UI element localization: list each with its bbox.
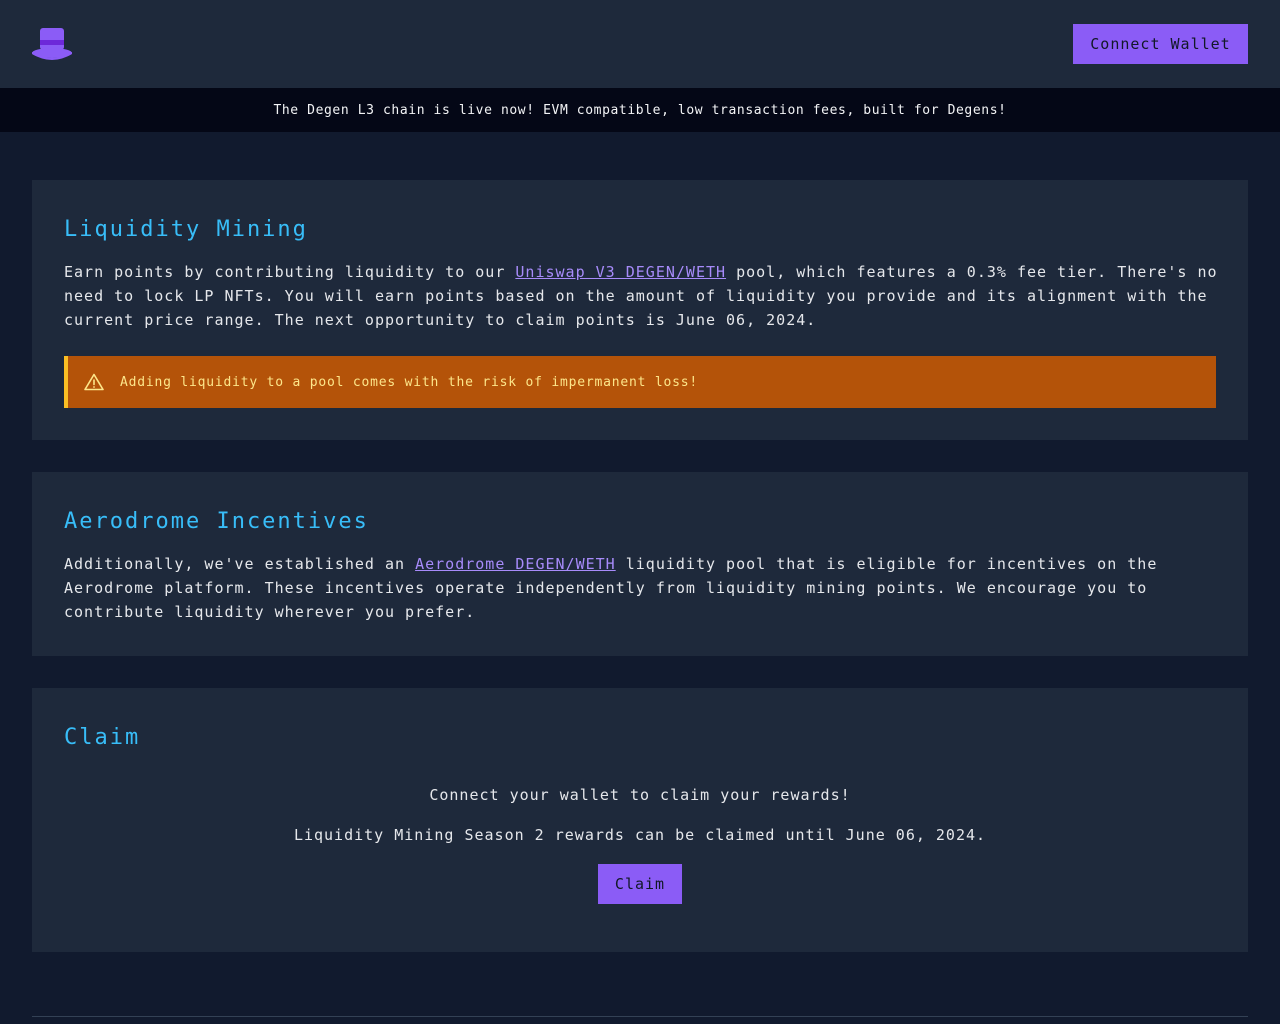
aerodrome-incentives-card: Aerodrome Incentives Additionally, we've… xyxy=(32,472,1248,656)
claim-title: Claim xyxy=(64,725,141,750)
connect-wallet-button[interactable]: Connect Wallet xyxy=(1073,24,1248,64)
liquidity-mining-card: Liquidity Mining Earn points by contribu… xyxy=(32,180,1248,440)
aerodrome-pool-link[interactable]: Aerodrome DEGEN/WETH xyxy=(415,555,616,573)
claim-card: Claim Connect your wallet to claim your … xyxy=(32,688,1248,952)
banner-text: The Degen L3 chain is live now! EVM comp… xyxy=(273,102,1007,118)
uniswap-pool-link[interactable]: Uniswap V3 DEGEN/WETH xyxy=(515,263,726,281)
warning-text: Adding liquidity to a pool comes with th… xyxy=(120,374,698,390)
warning-triangle-icon xyxy=(84,373,104,391)
aerodrome-description: Additionally, we've established an Aerod… xyxy=(64,552,1224,624)
announcement-banner: The Degen L3 chain is live now! EVM comp… xyxy=(0,88,1280,132)
aerodrome-title: Aerodrome Incentives xyxy=(64,509,369,534)
top-header: Connect Wallet xyxy=(0,0,1280,88)
top-hat-icon[interactable] xyxy=(32,26,72,62)
footer-divider xyxy=(32,1016,1248,1017)
liquidity-mining-title: Liquidity Mining xyxy=(64,217,308,242)
season-claim-note: Liquidity Mining Season 2 rewards can be… xyxy=(293,826,987,844)
impermanent-loss-warning: Adding liquidity to a pool comes with th… xyxy=(64,356,1216,408)
liquidity-mining-description: Earn points by contributing liquidity to… xyxy=(64,260,1224,332)
claim-button[interactable]: Claim xyxy=(598,864,682,904)
aerodrome-text-before: Additionally, we've established an xyxy=(64,555,416,573)
connect-wallet-prompt: Connect your wallet to claim your reward… xyxy=(429,786,851,804)
liquidity-mining-text-before: Earn points by contributing liquidity to… xyxy=(64,263,516,281)
